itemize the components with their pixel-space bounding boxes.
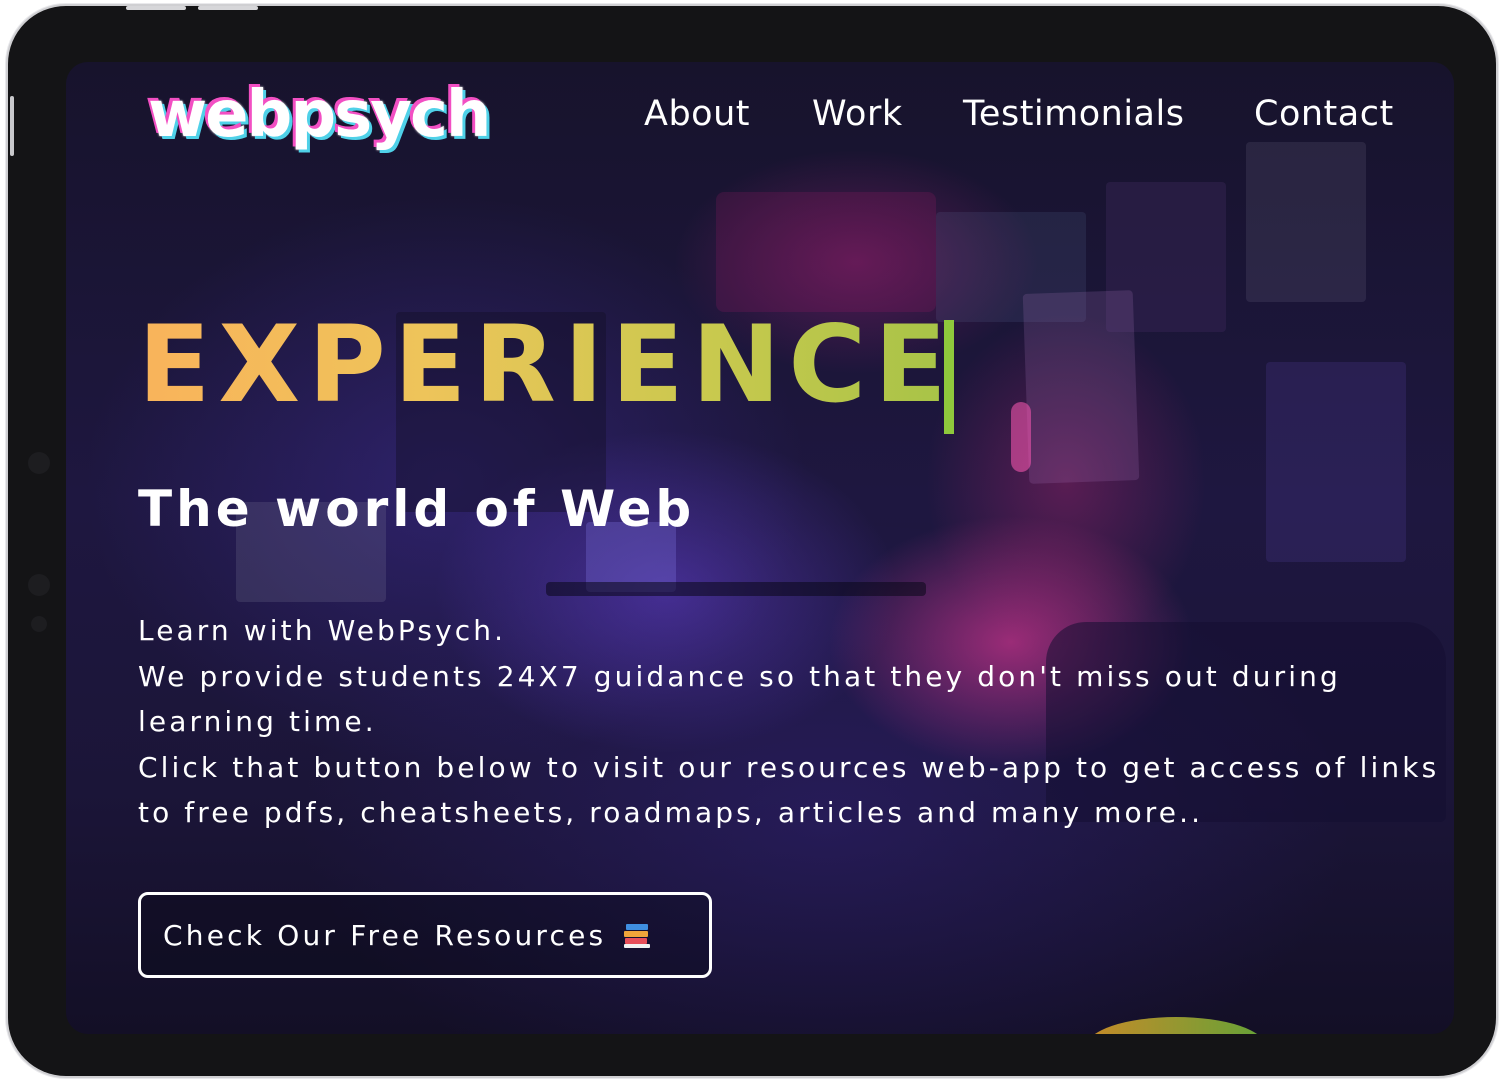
hero-headline: EXPERIENCE (138, 303, 955, 426)
typing-cursor (944, 320, 954, 434)
device-sensor (28, 452, 50, 474)
device-sensor (31, 616, 47, 632)
webpage-screen: webpsych About Work Testimonials Contact… (66, 62, 1454, 1034)
hero-subheadline: The world of Web (138, 480, 696, 538)
nav-link-testimonials[interactable]: Testimonials (963, 94, 1184, 134)
free-resources-button-label: Check Our Free Resources (163, 918, 607, 952)
background-poster (1266, 362, 1406, 562)
tablet-frame: webpsych About Work Testimonials Contact… (8, 6, 1496, 1076)
nav-link-work[interactable]: Work (812, 94, 903, 134)
hero-description: Learn with WebPsych. We provide students… (138, 608, 1454, 836)
background-neon-sign (716, 192, 936, 312)
background-lava-lamp (1011, 402, 1031, 472)
books-icon (624, 922, 651, 948)
hero-description-line: We provide students 24X7 guidance so tha… (138, 659, 1341, 739)
free-resources-button[interactable]: Check Our Free Resources (138, 892, 712, 978)
device-sensor (28, 574, 50, 596)
device-top-button (198, 6, 258, 10)
background-desk (546, 582, 926, 596)
nav-link-about[interactable]: About (644, 94, 750, 134)
device-top-button (126, 6, 186, 10)
hero-description-line: Click that button below to visit our res… (138, 750, 1440, 830)
main-nav: About Work Testimonials Contact (66, 94, 1454, 138)
background-poster (1022, 290, 1140, 484)
hero-description-line: Learn with WebPsych. (138, 614, 507, 647)
background-floor-glow (1086, 1017, 1266, 1034)
nav-link-contact[interactable]: Contact (1254, 94, 1394, 134)
background-poster (1246, 142, 1366, 302)
device-side-button (10, 96, 14, 156)
